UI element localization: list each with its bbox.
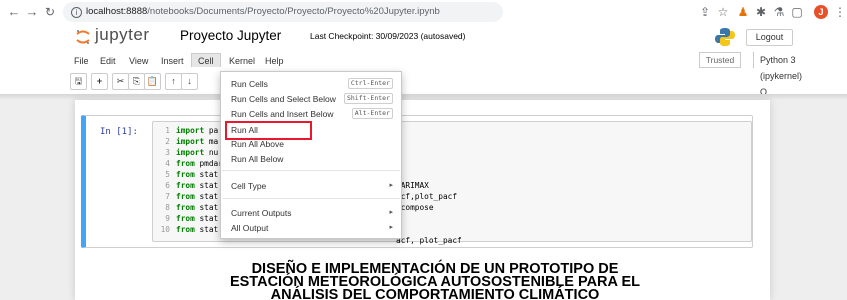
menu-item-all-output[interactable]: All Output ▸ (221, 221, 401, 235)
submenu-caret-icon: ▸ (389, 224, 393, 231)
input-prompt: In [1]: (100, 127, 138, 137)
menu-bar: File Edit View Insert Cell Kernel Help T… (66, 52, 802, 97)
browser-toolbar: ← → ↻ i localhost:8888/notebooks/Document… (0, 0, 847, 24)
menu-cell[interactable]: Cell (191, 53, 221, 67)
menu-item-run-cells[interactable]: Run Cells Ctrl-Enter (221, 77, 401, 91)
menu-divider (222, 198, 400, 199)
forward-icon[interactable]: → (24, 3, 40, 21)
code-line: 9 from stat (165, 214, 219, 223)
bookmark-star-icon[interactable]: ☆ (715, 4, 731, 20)
checkpoint-label: Last Checkpoint: 30/09/2023 (310, 31, 419, 41)
more-menu-icon[interactable]: ⋮ (832, 4, 847, 20)
notebook-container: In [1]: 1 import pa 2 import ma 3 import nu… (75, 100, 770, 300)
url-path: /notebooks/Documents/Proyecto/Proyecto/P… (147, 6, 440, 17)
shortcut-badge: Alt-Enter (351, 108, 393, 119)
menu-item-current-outputs[interactable]: Current Outputs ▸ (221, 206, 401, 220)
code-line: 8 from stat (165, 203, 219, 212)
code-cell[interactable]: In [1]: 1 import pa 2 import ma 3 import nu… (81, 115, 753, 248)
arrow-down-icon[interactable]: ↓ (181, 73, 198, 90)
code-line: 7 from stat (165, 192, 219, 201)
site-info-icon[interactable]: i (71, 7, 82, 18)
trusted-indicator[interactable]: Trusted (699, 52, 741, 68)
extension-puzzle-icon[interactable]: ✱ (753, 4, 769, 20)
jupyter-logo-text[interactable]: jupyter (95, 25, 150, 45)
menu-edit[interactable]: Edit (100, 54, 116, 68)
code-line: 6 from stat (165, 181, 219, 190)
page: ← → ↻ i localhost:8888/notebooks/Document… (0, 0, 847, 300)
menu-kernel[interactable]: Kernel (229, 54, 255, 68)
code-line: 5 from stat (165, 170, 219, 179)
code-line: 3 import nu (165, 148, 219, 157)
url-host: localhost:8888 (86, 6, 148, 17)
menu-help[interactable]: Help (265, 54, 284, 68)
menu-item-run-cells-select-below[interactable]: Run Cells and Select Below Shift-Enter (221, 92, 401, 106)
shortcut-badge: Ctrl-Enter (347, 78, 393, 89)
paste-icon[interactable]: 📋 (144, 73, 161, 90)
kernel-name: Python 3 (ipykernel) (760, 55, 803, 81)
title-line-3: ANÁLISIS DEL COMPORTAMIENTO CLIMÁTICO (270, 287, 600, 300)
code-line: 1 import pa (165, 126, 219, 135)
tab-panel-icon[interactable]: ▢ (789, 4, 805, 20)
cut-icon[interactable]: ✂ (112, 73, 129, 90)
menu-divider (222, 170, 400, 171)
submenu-caret-icon: ▸ (389, 209, 393, 216)
code-line: 10 from stat (160, 225, 219, 234)
shortcut-badge: Shift-Enter (343, 93, 393, 104)
jupyter-header: jupyter Proyecto Jupyter Last Checkpoint… (0, 24, 847, 97)
profile-avatar[interactable]: J (814, 5, 828, 19)
code-line: 2 import ma (165, 137, 219, 146)
jupyter-logo-icon[interactable] (76, 30, 90, 44)
checkpoint-info: Last Checkpoint: 30/09/2023 (autosaved) (310, 31, 465, 41)
submenu-caret-icon: ▸ (389, 182, 393, 189)
kernel-indicator[interactable]: Python 3 (ipykernel) O (753, 52, 802, 97)
run-all-highlight-box (225, 121, 312, 140)
menu-view[interactable]: View (129, 54, 148, 68)
copy-icon[interactable]: ⎘ (128, 73, 145, 90)
python-logo-icon (715, 28, 735, 46)
notebook-name[interactable]: Proyecto Jupyter (180, 28, 281, 43)
menu-insert[interactable]: Insert (161, 54, 184, 68)
code-tail-line10: acf, plot_pacf (396, 236, 462, 245)
menu-item-run-all-below[interactable]: Run All Below (221, 152, 401, 166)
autosave-status: (autosaved) (420, 31, 466, 41)
code-tail-line6: acf,plot_pacf (396, 192, 458, 201)
extension-flask-icon[interactable]: ⚗ (771, 4, 787, 20)
logout-button[interactable]: Logout (746, 29, 793, 46)
plus-icon[interactable]: + (91, 73, 108, 90)
reload-icon[interactable]: ↻ (42, 3, 58, 21)
cell-dropdown-menu: Run Cells Ctrl-Enter Run Cells and Select… (220, 71, 402, 239)
extension-person-icon[interactable]: ♟ (735, 4, 751, 20)
menu-item-run-cells-insert-below[interactable]: Run Cells and Insert Below Alt-Enter (221, 107, 401, 121)
back-icon[interactable]: ← (6, 3, 22, 21)
menu-file[interactable]: File (74, 54, 89, 68)
address-bar[interactable]: i localhost:8888/notebooks/Documents/Proy… (63, 2, 503, 22)
code-line: 4 from pmdar (165, 159, 223, 168)
save-icon[interactable]: 🖫 (70, 73, 87, 90)
arrow-up-icon[interactable]: ↑ (165, 73, 182, 90)
menu-item-cell-type[interactable]: Cell Type ▸ (221, 179, 401, 193)
markdown-title: DISEÑO E IMPLEMENTACIÓN DE UN PROTOTIPO … (205, 262, 665, 300)
share-icon[interactable]: ⇪ (697, 4, 713, 20)
